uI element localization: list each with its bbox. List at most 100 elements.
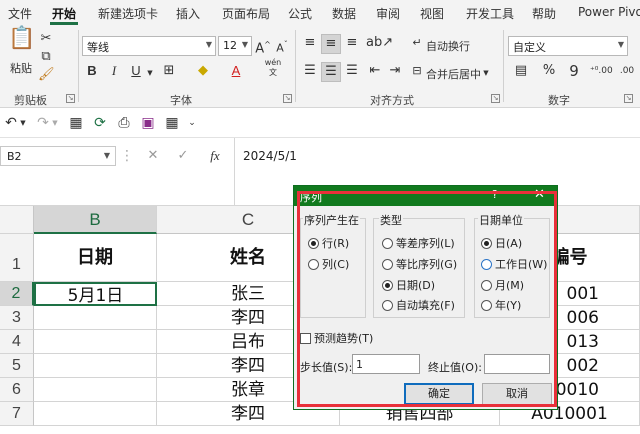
copy-icon[interactable]: ⧉: [38, 48, 54, 66]
font-name-combo[interactable]: 等线 ▼: [82, 36, 216, 56]
close-icon[interactable]: ✕: [534, 187, 545, 202]
ok-button[interactable]: 确定: [404, 383, 474, 405]
radio-rows[interactable]: 行(R): [308, 237, 349, 251]
border-icon[interactable]: ⊞: [160, 62, 178, 80]
paste-icon[interactable]: 📋: [8, 28, 35, 60]
tab-formulas[interactable]: 公式: [288, 5, 312, 22]
grid-cell[interactable]: [34, 378, 157, 402]
undo-icon[interactable]: ↶: [4, 114, 18, 132]
align-top-icon[interactable]: ≡: [301, 34, 319, 52]
font-size-combo[interactable]: 12 ▼: [218, 36, 252, 56]
tab-new[interactable]: 新建选项卡: [98, 5, 158, 22]
bold-icon[interactable]: B: [84, 62, 100, 80]
radio-weekday[interactable]: 工作日(W): [481, 258, 547, 272]
font-color-icon[interactable]: A: [228, 62, 244, 80]
tab-power-pivot[interactable]: Power Pivot: [578, 5, 640, 19]
confirm-entry-icon[interactable]: ✓: [176, 147, 190, 165]
merge-center-label[interactable]: 合并后居中: [426, 66, 481, 82]
italic-icon[interactable]: I: [106, 62, 122, 80]
shrink-font-icon[interactable]: Aˇ: [274, 36, 290, 58]
tab-page-layout[interactable]: 页面布局: [222, 5, 270, 22]
align-right-icon[interactable]: ☰: [343, 62, 361, 80]
save-icon[interactable]: ▣: [140, 114, 156, 132]
format-painter-icon[interactable]: 🖌: [38, 66, 55, 84]
dialog-title-bar[interactable]: 序列 ? ✕: [294, 186, 557, 206]
column-header-b[interactable]: B: [34, 206, 157, 234]
step-value-input[interactable]: 1: [352, 354, 420, 374]
row-header[interactable]: 4: [0, 330, 34, 354]
align-center-icon[interactable]: ☰: [321, 62, 341, 82]
increase-decimal-icon[interactable]: ⁺⁰.00: [590, 62, 613, 80]
orientation-icon[interactable]: ab↗: [366, 34, 393, 52]
grid-cell[interactable]: [34, 402, 157, 426]
cancel-button[interactable]: 取消: [482, 383, 552, 405]
grid-cell[interactable]: 日期: [34, 234, 157, 282]
row-header[interactable]: 2: [0, 282, 34, 306]
tab-data[interactable]: 数据: [332, 5, 356, 22]
chevron-down-icon[interactable]: ▼: [50, 114, 60, 132]
tab-review[interactable]: 审阅: [376, 5, 400, 22]
tab-insert[interactable]: 插入: [176, 5, 200, 22]
radio-month[interactable]: 月(M): [481, 279, 524, 293]
number-launcher-icon[interactable]: ↘: [624, 94, 633, 103]
tab-file[interactable]: 文件: [8, 5, 32, 22]
accounting-format-icon[interactable]: ▤: [510, 62, 532, 80]
row-header[interactable]: 6: [0, 378, 34, 402]
trend-checkbox[interactable]: 预测趋势(T): [300, 332, 373, 346]
tab-developer[interactable]: 开发工具: [466, 5, 514, 22]
grid-cell[interactable]: [34, 354, 157, 378]
chevron-down-icon[interactable]: ▼: [146, 64, 154, 82]
tab-view[interactable]: 视图: [420, 5, 444, 22]
align-bottom-icon[interactable]: ≡: [343, 34, 361, 52]
active-cell[interactable]: 5月1日: [34, 282, 157, 306]
font-launcher-icon[interactable]: ↘: [283, 94, 292, 103]
radio-growth[interactable]: 等比序列(G): [382, 258, 457, 272]
merge-center-icon[interactable]: ⊟: [410, 62, 424, 80]
alignment-launcher-icon[interactable]: ↘: [491, 94, 500, 103]
row-header[interactable]: 1: [0, 234, 34, 282]
decrease-decimal-icon[interactable]: .00: [616, 62, 638, 80]
row-header[interactable]: 3: [0, 306, 34, 330]
tab-home[interactable]: 开始: [52, 5, 76, 22]
wrap-text-label[interactable]: 自动换行: [426, 38, 470, 54]
table-icon[interactable]: ▦: [68, 114, 84, 132]
chevron-down-icon[interactable]: ▼: [18, 114, 28, 132]
insert-function-icon[interactable]: fx: [206, 147, 224, 165]
cancel-entry-icon[interactable]: ✕: [146, 147, 160, 165]
grid-cell[interactable]: [34, 330, 157, 354]
align-middle-icon[interactable]: ≡: [321, 34, 341, 54]
cut-icon[interactable]: ✂: [38, 30, 54, 48]
grid-cell[interactable]: [34, 306, 157, 330]
row-header[interactable]: 5: [0, 354, 34, 378]
radio-date[interactable]: 日期(D): [382, 279, 435, 293]
comma-style-icon[interactable]: 9: [566, 62, 582, 80]
stop-value-input[interactable]: [484, 354, 550, 374]
radio-year[interactable]: 年(Y): [481, 299, 521, 313]
radio-columns[interactable]: 列(C): [308, 258, 349, 272]
underline-icon[interactable]: U: [128, 62, 144, 80]
redo-icon[interactable]: ↷: [36, 114, 50, 132]
chevron-down-icon[interactable]: ▼: [482, 64, 490, 82]
name-box[interactable]: B2 ▼: [0, 146, 116, 166]
help-icon[interactable]: ?: [492, 188, 498, 201]
customize-icon[interactable]: ▦: [164, 114, 180, 132]
increase-indent-icon[interactable]: ⇥: [386, 62, 404, 80]
select-all-corner[interactable]: [0, 206, 34, 234]
more-icon[interactable]: ⌄: [186, 114, 198, 132]
percent-icon[interactable]: %: [540, 62, 558, 80]
grow-font-icon[interactable]: A^: [255, 36, 271, 58]
radio-day[interactable]: 日(A): [481, 237, 522, 251]
tab-help[interactable]: 帮助: [532, 5, 556, 22]
refresh-icon[interactable]: ⟳: [92, 114, 108, 132]
radio-autofill[interactable]: 自动填充(F): [382, 299, 455, 313]
radio-linear[interactable]: 等差序列(L): [382, 237, 455, 251]
fill-color-icon[interactable]: ◆: [194, 62, 212, 80]
decrease-indent-icon[interactable]: ⇤: [366, 62, 384, 80]
row-header[interactable]: 7: [0, 402, 34, 426]
print-icon[interactable]: ⎙: [116, 114, 132, 132]
clipboard-launcher-icon[interactable]: ↘: [66, 94, 75, 103]
number-format-combo[interactable]: 自定义 ▼: [508, 36, 628, 56]
phonetic-guide-icon[interactable]: wén 文: [262, 58, 284, 78]
align-left-icon[interactable]: ☰: [301, 62, 319, 80]
wrap-text-icon[interactable]: ↵: [410, 34, 424, 52]
